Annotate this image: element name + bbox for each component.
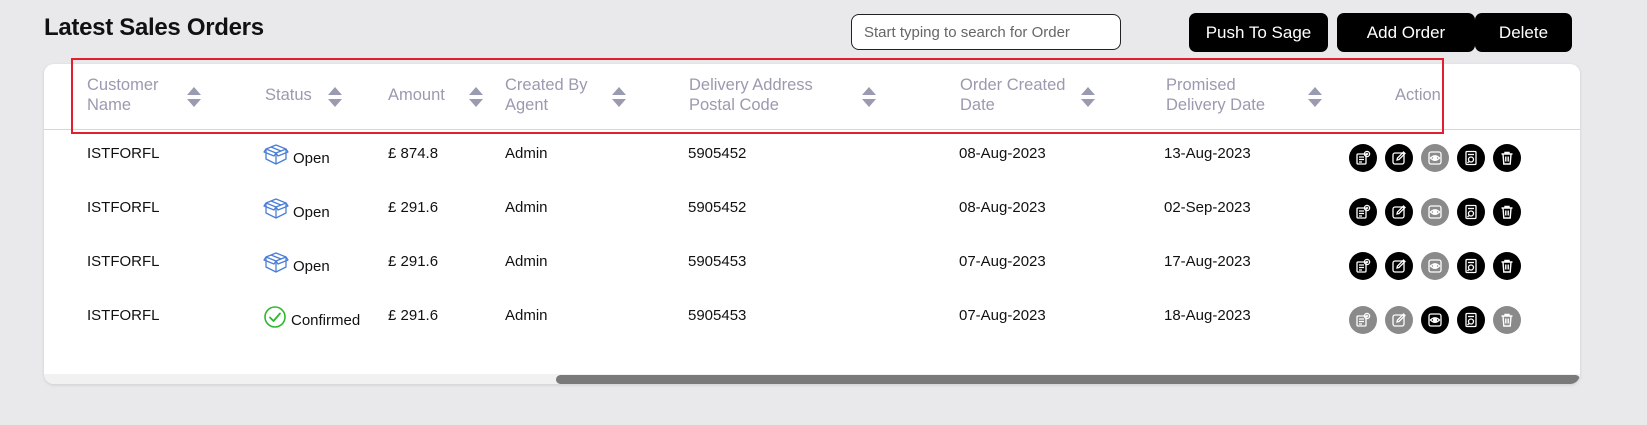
- edit-action-button[interactable]: [1385, 198, 1413, 226]
- cell-promised-date: 17-Aug-2023: [1164, 253, 1251, 270]
- status-label: Open: [293, 204, 330, 221]
- cell-amount: £ 291.6: [388, 199, 439, 216]
- status-label: Confirmed: [291, 312, 361, 329]
- cell-postal-code: 5905453: [688, 307, 747, 324]
- table-row[interactable]: ISTFORFL £ 291.6 Admin 5905453 07-Aug-2023 17…: [44, 238, 1580, 292]
- status-badge: Open: [263, 251, 330, 275]
- cell-promised-date: 02-Sep-2023: [1164, 199, 1251, 216]
- cell-amount: £ 291.6: [388, 307, 439, 324]
- search-input[interactable]: [851, 14, 1121, 50]
- view-action-button[interactable]: [1421, 198, 1449, 226]
- cell-order-created-date: 08-Aug-2023: [959, 145, 1046, 162]
- cell-amount: £ 291.6: [388, 253, 439, 270]
- cell-customer-name: ISTFORFL: [87, 253, 160, 270]
- cell-customer-name: ISTFORFL: [87, 145, 160, 162]
- view-icon: [1427, 150, 1443, 166]
- table-row[interactable]: ISTFORFL £ 291.6 Admin 5905453 07-Aug-2023 18…: [44, 292, 1580, 346]
- cell-created-by: Admin: [505, 307, 548, 324]
- horizontal-scrollbar[interactable]: [44, 374, 1580, 384]
- cell-order-created-date: 08-Aug-2023: [959, 199, 1046, 216]
- invoice-action-button[interactable]: [1349, 252, 1377, 280]
- edit-icon: [1391, 312, 1407, 328]
- document-icon: [1463, 150, 1479, 166]
- edit-icon: [1391, 258, 1407, 274]
- trash-action-button[interactable]: [1493, 144, 1521, 172]
- edit-action-button[interactable]: [1385, 144, 1413, 172]
- trash-action-button[interactable]: [1493, 198, 1521, 226]
- trash-icon: [1499, 150, 1515, 166]
- table-row[interactable]: ISTFORFL £ 874.8 Admin 5905452 08-Aug-2023 13…: [44, 130, 1580, 184]
- cell-postal-code: 5905452: [688, 199, 747, 216]
- cell-postal-code: 5905453: [688, 253, 747, 270]
- cell-created-by: Admin: [505, 253, 548, 270]
- status-badge: Open: [263, 197, 330, 221]
- trash-icon: [1499, 312, 1515, 328]
- cell-customer-name: ISTFORFL: [87, 307, 160, 324]
- scrollbar-thumb[interactable]: [556, 375, 1580, 384]
- document-action-button[interactable]: [1457, 144, 1485, 172]
- document-action-button[interactable]: [1457, 198, 1485, 226]
- status-label: Open: [293, 258, 330, 275]
- table-row[interactable]: ISTFORFL £ 291.6 Admin 5905452 08-Aug-2023 02…: [44, 184, 1580, 238]
- edit-action-button[interactable]: [1385, 252, 1413, 280]
- open-box-icon: [263, 197, 289, 221]
- open-box-icon: [263, 143, 289, 167]
- delete-button[interactable]: Delete: [1475, 13, 1572, 52]
- cell-order-created-date: 07-Aug-2023: [959, 307, 1046, 324]
- document-icon: [1463, 258, 1479, 274]
- invoice-action-button[interactable]: [1349, 144, 1377, 172]
- trash-icon: [1499, 204, 1515, 220]
- view-icon: [1427, 258, 1443, 274]
- document-icon: [1463, 312, 1479, 328]
- page-title: Latest Sales Orders: [44, 14, 264, 41]
- trash-icon: [1499, 258, 1515, 274]
- cell-promised-date: 18-Aug-2023: [1164, 307, 1251, 324]
- push-to-sage-button[interactable]: Push To Sage: [1189, 13, 1328, 52]
- trash-action-button[interactable]: [1493, 306, 1521, 334]
- invoice-icon: [1355, 312, 1371, 328]
- open-box-icon: [263, 251, 289, 275]
- edit-action-button[interactable]: [1385, 306, 1413, 334]
- view-icon: [1427, 204, 1443, 220]
- view-icon: [1427, 312, 1443, 328]
- cell-order-created-date: 07-Aug-2023: [959, 253, 1046, 270]
- cell-created-by: Admin: [505, 199, 548, 216]
- edit-icon: [1391, 204, 1407, 220]
- cell-created-by: Admin: [505, 145, 548, 162]
- cell-amount: £ 874.8: [388, 145, 439, 162]
- document-action-button[interactable]: [1457, 306, 1485, 334]
- view-action-button[interactable]: [1421, 144, 1449, 172]
- invoice-action-button[interactable]: [1349, 198, 1377, 226]
- cell-customer-name: ISTFORFL: [87, 199, 160, 216]
- edit-icon: [1391, 150, 1407, 166]
- status-label: Open: [293, 150, 330, 167]
- trash-action-button[interactable]: [1493, 252, 1521, 280]
- view-action-button[interactable]: [1421, 252, 1449, 280]
- invoice-icon: [1355, 204, 1371, 220]
- invoice-action-button[interactable]: [1349, 306, 1377, 334]
- add-order-button[interactable]: Add Order: [1337, 13, 1475, 52]
- status-badge: Open: [263, 143, 330, 167]
- status-badge: Confirmed: [263, 305, 360, 329]
- check-circle-icon: [263, 305, 287, 329]
- document-icon: [1463, 204, 1479, 220]
- document-action-button[interactable]: [1457, 252, 1485, 280]
- invoice-icon: [1355, 258, 1371, 274]
- cell-promised-date: 13-Aug-2023: [1164, 145, 1251, 162]
- cell-postal-code: 5905452: [688, 145, 747, 162]
- view-action-button[interactable]: [1421, 306, 1449, 334]
- header-highlight-box: [71, 58, 1444, 134]
- invoice-icon: [1355, 150, 1371, 166]
